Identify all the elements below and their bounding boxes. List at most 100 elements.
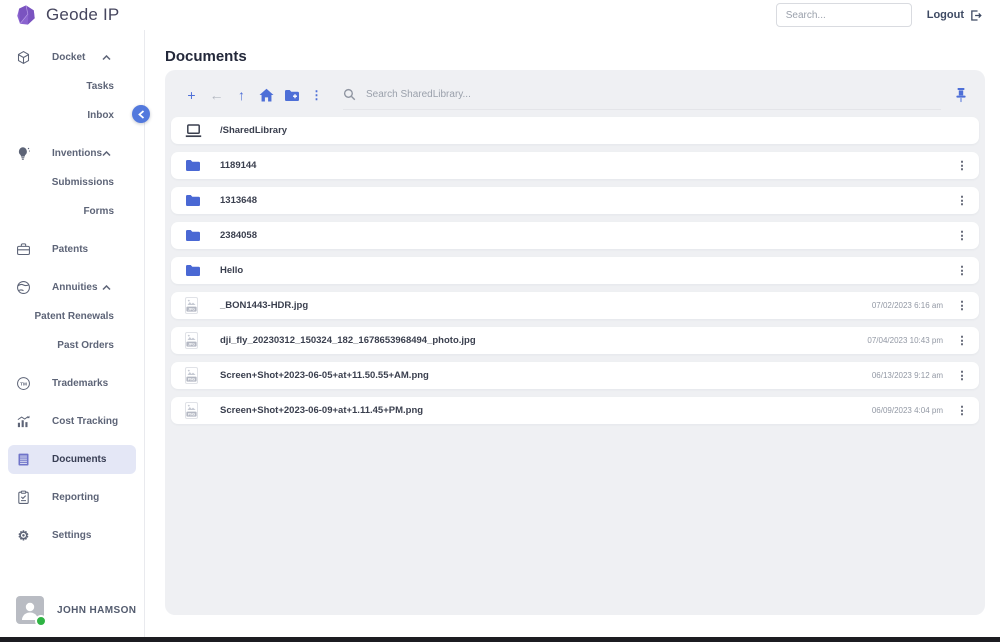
clipboard-icon — [15, 490, 32, 505]
modified-timestamp: 07/04/2023 10:43 pm — [867, 336, 943, 345]
sidebar-item-label: Cost Tracking — [52, 416, 118, 427]
image-file-icon: JPG — [185, 297, 205, 314]
sidebar-item-label: Inventions — [52, 148, 102, 159]
svg-text:JPG: JPG — [188, 342, 195, 346]
sidebar-item-label: Trademarks — [52, 378, 108, 389]
image-file-icon: PNG — [185, 367, 205, 384]
svg-text:PNG: PNG — [188, 412, 196, 416]
chevron-up-icon[interactable] — [102, 151, 111, 157]
list-item-folder[interactable]: 2384058 ⋮ — [171, 222, 979, 249]
library-search-input[interactable] — [364, 88, 941, 101]
logout-icon — [969, 9, 982, 22]
sidebar-item-reporting[interactable]: Reporting — [0, 483, 144, 512]
sidebar-item-patent-renewals[interactable]: Patent Renewals — [0, 302, 144, 331]
lightbulb-icon — [15, 146, 32, 161]
sidebar-item-docket[interactable]: Docket — [0, 43, 144, 72]
list-item-file[interactable]: PNG Screen+Shot+2023-06-09+at+1.11.45+PM… — [171, 397, 979, 424]
item-name: 2384058 — [220, 230, 257, 241]
row-more-button[interactable]: ⋮ — [955, 229, 969, 242]
list-item-file[interactable]: JPG dji_fly_20230312_150324_182_16786539… — [171, 327, 979, 354]
add-file-button[interactable]: + — [179, 87, 204, 103]
logout-label: Logout — [927, 9, 964, 21]
row-more-button[interactable]: ⋮ — [955, 369, 969, 382]
logout-button[interactable]: Logout — [927, 9, 982, 22]
row-more-button[interactable]: ⋮ — [955, 264, 969, 277]
sidebar-item-label: Docket — [52, 52, 85, 63]
row-more-button[interactable]: ⋮ — [955, 299, 969, 312]
file-browser-panel: + ← ↑ ⋮ — [165, 70, 985, 615]
list-item-folder[interactable]: 1313648 ⋮ — [171, 187, 979, 214]
trademark-icon: TM — [15, 376, 32, 391]
sidebar-item-label: Settings — [52, 530, 91, 541]
geode-logo-icon — [15, 4, 37, 26]
sidebar-item-label: Annuities — [52, 282, 98, 293]
sidebar-item-tasks[interactable]: Tasks — [0, 72, 144, 101]
sidebar-item-documents[interactable]: Documents — [8, 445, 136, 474]
list-item-folder[interactable]: Hello ⋮ — [171, 257, 979, 284]
sidebar-item-label: Documents — [52, 454, 106, 465]
pin-icon — [955, 88, 967, 103]
image-file-icon: JPG — [185, 332, 205, 349]
sidebar-item-past-orders[interactable]: Past Orders — [0, 331, 144, 360]
chevron-up-icon[interactable] — [102, 55, 111, 61]
list-item-folder[interactable]: 1189144 ⋮ — [171, 152, 979, 179]
toolbar-more-button[interactable]: ⋮ — [304, 88, 329, 102]
chevron-up-icon[interactable] — [102, 285, 111, 291]
file-toolbar: + ← ↑ ⋮ — [171, 80, 979, 110]
documents-icon — [15, 452, 32, 467]
sidebar-item-label: Reporting — [52, 492, 99, 503]
item-name: /SharedLibrary — [220, 125, 287, 136]
item-name: Screen+Shot+2023-06-05+at+11.50.55+AM.pn… — [220, 370, 429, 381]
svg-text:TM: TM — [20, 381, 27, 386]
sidebar-item-forms[interactable]: Forms — [0, 197, 144, 226]
row-more-button[interactable]: ⋮ — [955, 334, 969, 347]
global-search-input[interactable] — [776, 3, 912, 27]
row-more-button[interactable]: ⋮ — [955, 194, 969, 207]
row-more-button[interactable]: ⋮ — [955, 404, 969, 417]
item-name: 1313648 — [220, 195, 257, 206]
row-more-button[interactable]: ⋮ — [955, 159, 969, 172]
list-item-file[interactable]: JPG _BON1443-HDR.jpg 07/02/2023 6:16 am … — [171, 292, 979, 319]
sidebar-item-submissions[interactable]: Submissions — [0, 168, 144, 197]
app-logo: Geode IP — [0, 4, 119, 26]
list-item-file[interactable]: PNG Screen+Shot+2023-06-05+at+11.50.55+A… — [171, 362, 979, 389]
folder-icon — [185, 159, 205, 172]
sidebar-item-trademarks[interactable]: TM Trademarks — [0, 369, 144, 398]
sidebar-item-settings[interactable]: ⚙ Settings — [0, 521, 144, 550]
item-name: Hello — [220, 265, 243, 276]
back-button[interactable]: ← — [204, 87, 229, 103]
home-icon — [259, 88, 274, 102]
chevron-left-icon — [138, 110, 145, 119]
library-search — [343, 81, 941, 110]
gear-icon: ⚙ — [15, 529, 32, 542]
svg-text:JPG: JPG — [188, 307, 195, 311]
up-directory-button[interactable]: ↑ — [229, 87, 254, 103]
svg-text:PNG: PNG — [188, 377, 196, 381]
folder-icon — [185, 264, 205, 277]
list-item-shared-library[interactable]: /SharedLibrary — [171, 117, 979, 144]
modified-timestamp: 06/13/2023 9:12 am — [872, 371, 943, 380]
briefcase-icon — [15, 242, 32, 257]
top-bar: Geode IP Logout — [0, 0, 1000, 30]
sidebar: Docket Tasks Inbox Inventions Submission… — [0, 30, 145, 637]
sidebar-item-cost-tracking[interactable]: Cost Tracking — [0, 407, 144, 436]
cube-icon — [15, 50, 32, 65]
sidebar-item-inbox[interactable]: Inbox — [0, 101, 144, 130]
item-name: dji_fly_20230312_150324_182_167865396849… — [220, 335, 476, 346]
sidebar-item-inventions[interactable]: Inventions — [0, 139, 144, 168]
modified-timestamp: 06/09/2023 4:04 pm — [872, 406, 943, 415]
page-title: Documents — [165, 48, 247, 65]
new-folder-button[interactable] — [279, 89, 304, 102]
home-button[interactable] — [254, 88, 279, 102]
sidebar-item-patents[interactable]: Patents — [0, 235, 144, 264]
item-name: Screen+Shot+2023-06-09+at+1.11.45+PM.png — [220, 405, 423, 416]
folder-icon — [185, 194, 205, 207]
collapse-sidebar-button[interactable] — [132, 105, 150, 123]
chart-icon — [15, 414, 32, 429]
item-name: 1189144 — [220, 160, 256, 171]
item-name: _BON1443-HDR.jpg — [220, 300, 308, 311]
user-profile[interactable]: JOHN HAMSON — [16, 596, 136, 624]
pin-button[interactable] — [955, 88, 967, 103]
sidebar-item-annuities[interactable]: Annuities — [0, 273, 144, 302]
globe-icon — [15, 280, 32, 295]
